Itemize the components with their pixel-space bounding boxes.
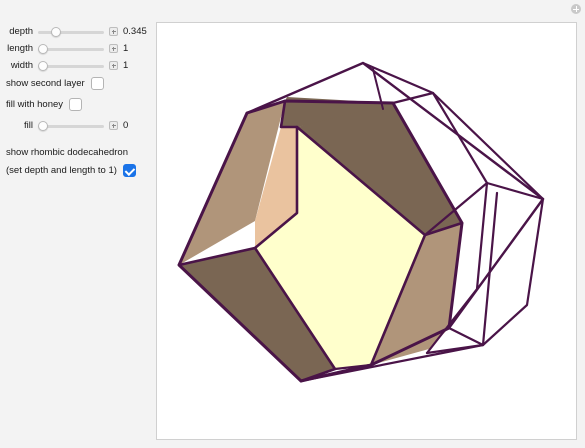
width-value: 1 xyxy=(123,60,129,71)
depth-slider-thumb[interactable] xyxy=(50,26,61,37)
fill-label: fill xyxy=(24,120,33,131)
depth-value: 0.345 xyxy=(123,26,147,37)
rhombic-title: show rhombic dodecahedron xyxy=(6,147,128,158)
rhombic-subtitle: (set depth and length to 1) xyxy=(6,165,117,176)
second-layer-checkbox[interactable] xyxy=(90,77,104,90)
depth-slider-track xyxy=(38,30,104,34)
fill-value: 0 xyxy=(123,120,129,131)
graphics-3d-viewport[interactable] xyxy=(156,22,577,440)
reset-plus-icon[interactable] xyxy=(571,4,581,14)
fill-slider[interactable] xyxy=(38,120,104,131)
length-expand-icon[interactable] xyxy=(109,44,118,53)
width-control: width 1 xyxy=(0,60,128,71)
length-label: length xyxy=(7,43,33,54)
width-expand-icon[interactable] xyxy=(109,61,118,70)
rhombic-control: (set depth and length to 1) xyxy=(6,164,136,177)
second-layer-label: show second layer xyxy=(6,78,85,89)
depth-label: depth xyxy=(9,26,33,37)
rhombic-checkbox[interactable] xyxy=(122,164,136,177)
fill-honey-label: fill with honey xyxy=(6,99,64,110)
second-layer-control: show second layer xyxy=(6,77,104,90)
depth-slider[interactable] xyxy=(38,26,104,37)
width-slider[interactable] xyxy=(38,60,104,71)
width-slider-thumb[interactable] xyxy=(38,60,48,71)
fill-slider-thumb[interactable] xyxy=(38,120,48,131)
width-label: width xyxy=(10,60,33,71)
control-panel: depth 0.345 length 1 width 1 show second… xyxy=(0,0,155,448)
depth-expand-icon[interactable] xyxy=(109,27,118,36)
length-value: 1 xyxy=(123,43,129,54)
rhombic-label-line1: show rhombic dodecahedron xyxy=(6,147,128,158)
fill-honey-control: fill with honey xyxy=(6,98,83,111)
length-control: length 1 xyxy=(0,43,128,54)
fill-honey-checkbox[interactable] xyxy=(69,98,83,111)
fill-control: fill 0 xyxy=(0,120,128,131)
honeycomb-cell-graphic[interactable] xyxy=(157,23,577,440)
length-slider[interactable] xyxy=(38,43,104,54)
fill-expand-icon[interactable] xyxy=(109,121,118,130)
length-slider-thumb[interactable] xyxy=(38,43,48,54)
rhombic-edge-lower-right xyxy=(481,197,545,347)
depth-control: depth 0.345 xyxy=(0,26,147,37)
